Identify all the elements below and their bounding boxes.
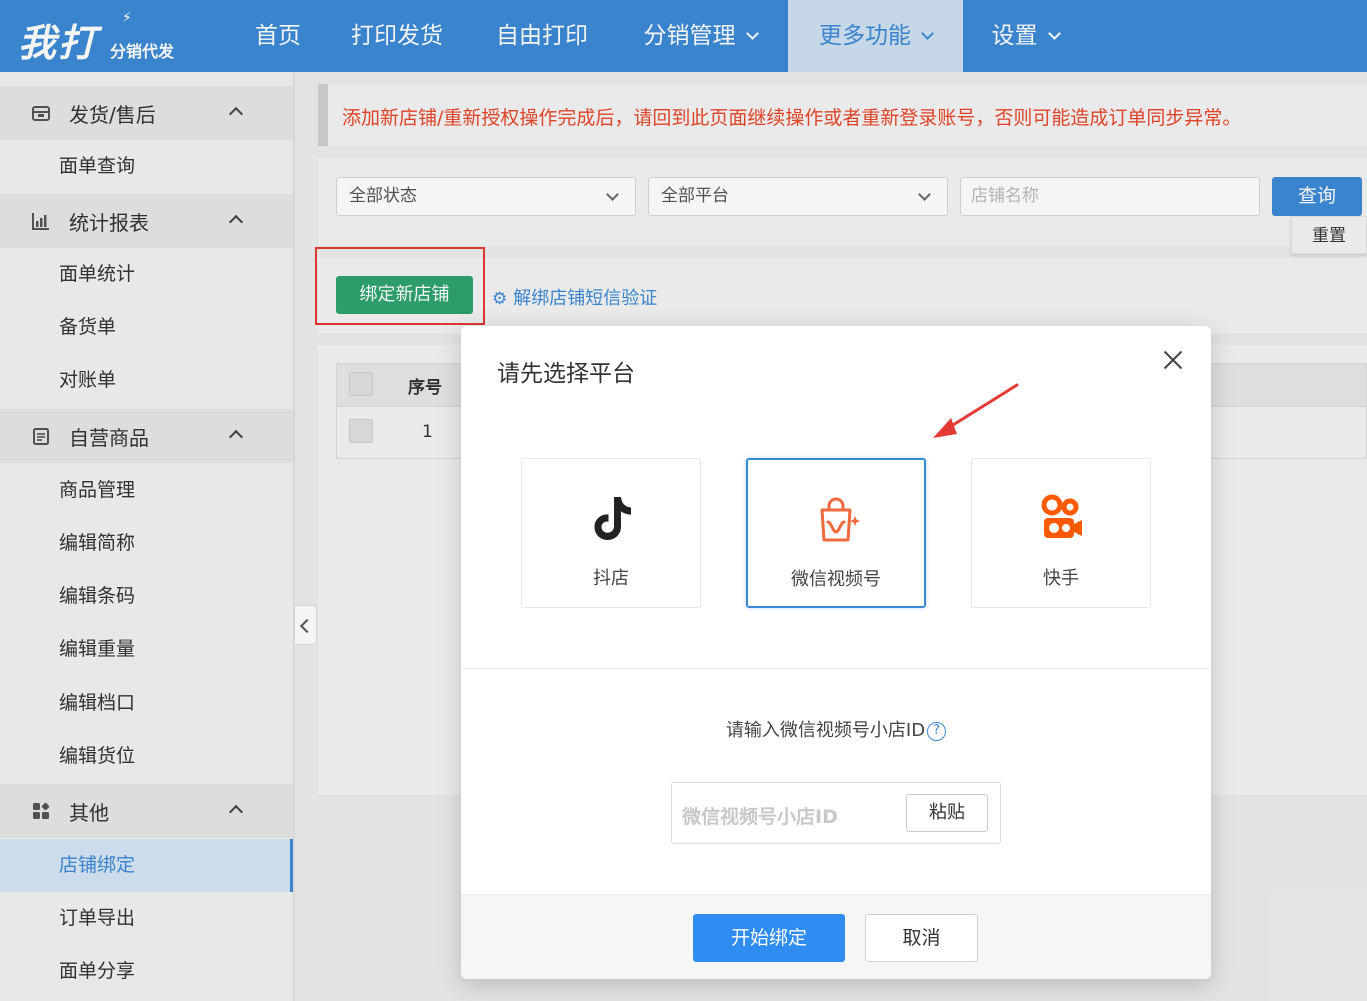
annotation-arrow-icon bbox=[933, 383, 1019, 438]
platform-card-kuaishou[interactable]: 快手 bbox=[971, 458, 1151, 608]
close-icon[interactable] bbox=[1161, 348, 1185, 372]
platform-select-modal: 请先选择平台 抖店 微信视频号 快手 请输入微信视频号小店ID? 微信视频号小店… bbox=[461, 326, 1211, 979]
cancel-button[interactable]: 取消 bbox=[865, 914, 978, 962]
wechat-channels-icon bbox=[820, 497, 860, 542]
kuaishou-icon bbox=[1041, 494, 1082, 538]
shop-id-input[interactable]: 微信视频号小店ID 粘贴 bbox=[671, 782, 1001, 844]
platform-card-wechat-channels[interactable]: 微信视频号 bbox=[746, 458, 926, 608]
shop-id-label-text: 请输入微信视频号小店ID bbox=[725, 720, 926, 741]
tiktok-icon bbox=[594, 497, 631, 540]
platform-card-douyin[interactable]: 抖店 bbox=[521, 458, 701, 608]
start-bind-button[interactable]: 开始绑定 bbox=[693, 914, 845, 962]
modal-divider bbox=[461, 668, 1211, 669]
shop-id-placeholder: 微信视频号小店ID bbox=[682, 806, 838, 828]
platform-label: 微信视频号 bbox=[791, 569, 881, 590]
modal-footer: 开始绑定 取消 bbox=[461, 894, 1211, 979]
platform-label: 快手 bbox=[1043, 568, 1079, 589]
platform-label: 抖店 bbox=[593, 568, 629, 589]
modal-title: 请先选择平台 bbox=[497, 361, 635, 387]
shop-id-label: 请输入微信视频号小店ID? bbox=[461, 716, 1211, 743]
paste-button[interactable]: 粘贴 bbox=[906, 794, 988, 832]
help-icon[interactable]: ? bbox=[927, 722, 947, 741]
